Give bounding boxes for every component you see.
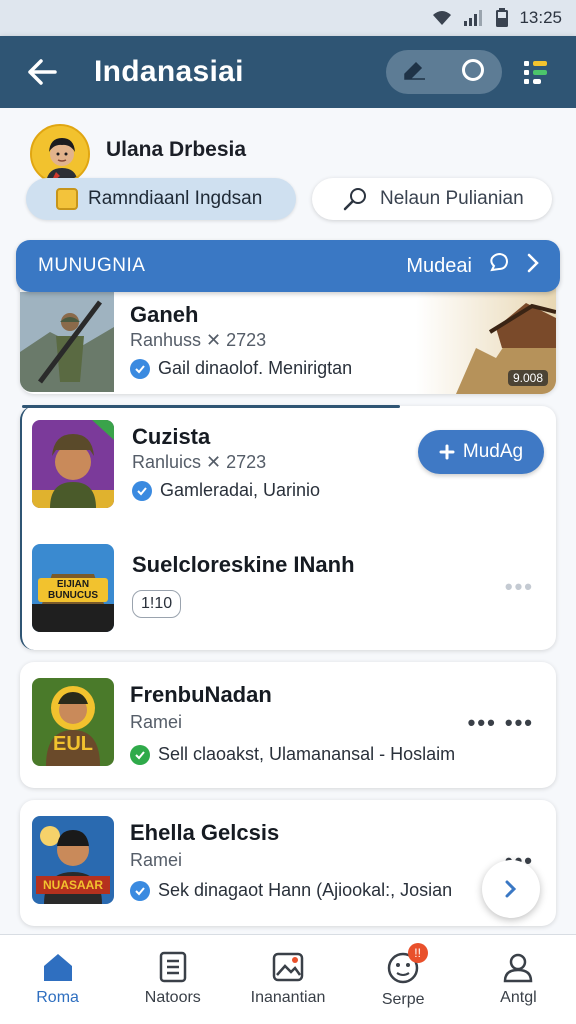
wifi-icon [431, 9, 453, 27]
notification-badge: !! [407, 943, 428, 963]
nav-label: Antgl [500, 989, 537, 1006]
item-subtitle: Ranhuss ✕ 2723 [130, 330, 267, 350]
nav-label: Natoors [144, 989, 201, 1006]
check-circle-icon [130, 880, 150, 901]
item-status-text: Gail dinaolof. Menirigtan [158, 358, 353, 378]
user-name: Ulana Drbesia [106, 138, 247, 161]
plus-icon [439, 444, 455, 460]
item-title: Ganeh [130, 302, 199, 327]
document-icon [159, 951, 187, 983]
item-banner: 9.008 [416, 288, 556, 394]
app-bar: Indanasiai [0, 36, 576, 108]
search-icon [343, 188, 366, 211]
status-time: 13:25 [519, 8, 562, 27]
check-circle-icon [130, 744, 150, 765]
app-bar-actions [386, 50, 502, 94]
list-item[interactable]: EUL FrenbuNadan Ramei Sell claoakst, Ula… [20, 662, 556, 788]
chevron-right-icon[interactable] [526, 253, 540, 279]
item-subtitle: Ramei [130, 712, 183, 732]
nav-label: Serpe [381, 991, 425, 1008]
chevron-right-icon [505, 880, 517, 898]
thumbnail-text: NUASAAR [43, 878, 103, 892]
add-button[interactable]: MudAg [418, 430, 544, 474]
edit-icon[interactable] [402, 59, 428, 86]
check-circle-icon [132, 480, 152, 501]
item-subtitle: Ranluics ✕ 2723 [132, 452, 267, 472]
thumbnail-text: EUL [53, 733, 93, 755]
item-thumbnail: NUASAAR [32, 816, 114, 904]
add-button-label: MudAg [462, 441, 524, 462]
item-status: Sell claoakst, Ulamanansal - Hoslaim [130, 744, 455, 765]
item-tag: 1!10 [132, 590, 182, 618]
bottom-nav: Roma Natoors Inanantian !! Serpe Antgl [0, 934, 576, 1024]
menu-button[interactable] [520, 56, 554, 90]
item-title: Ehella Gelcsis [130, 820, 280, 845]
list-item[interactable]: Ganeh Ranhuss ✕ 2723 Gail dinaolof. Meni… [20, 288, 556, 394]
person-icon [504, 953, 533, 983]
coin-icon [56, 188, 78, 210]
nav-label: Roma [36, 989, 79, 1006]
section-title: MUNUGNIA [38, 255, 146, 276]
primary-chip[interactable]: Ramndiaanl Ingdsan [26, 178, 296, 220]
item-status-text: Sell claoakst, Ulamanansal - Hoslaim [158, 744, 456, 764]
signal-icon [463, 9, 485, 27]
list-item[interactable]: NUASAAR Ehella Gelcsis Ramei Sek dinagao… [20, 800, 556, 926]
item-title: Suelcloreskine INanh [132, 552, 355, 577]
home-icon [43, 954, 72, 981]
more-options-button[interactable]: ••• ••• [468, 710, 534, 736]
nav-item-profile[interactable]: Antgl [461, 935, 576, 1024]
back-button[interactable] [22, 52, 62, 92]
arrow-left-icon [28, 59, 57, 85]
item-thumbnail [32, 420, 114, 508]
item-thumbnail: EIJIAN BUNUCUS [32, 544, 114, 632]
more-options-button[interactable]: ••• [505, 574, 534, 600]
nav-item-gallery[interactable]: Inanantian [230, 935, 345, 1024]
chat-icon[interactable] [488, 252, 510, 280]
item-status-text: Sek dinagaot Hann (Ajiookal:, Josian [158, 880, 453, 900]
secondary-chip[interactable]: Nelaun Pulianian [312, 178, 552, 220]
item-status: Gamleradai, Uarinio [132, 480, 320, 501]
list-menu-icon [524, 61, 547, 84]
avatar[interactable] [30, 124, 90, 184]
item-title: FrenbuNadan [130, 682, 272, 707]
item-status: Sek dinagaot Hann (Ajiookal:, Josian [130, 880, 452, 901]
secondary-chip-label: Nelaun Pulianian [380, 188, 524, 209]
battery-icon [495, 8, 509, 28]
nav-item-home[interactable]: Roma [0, 935, 115, 1024]
circle-icon[interactable] [460, 57, 486, 88]
nav-item-documents[interactable]: Natoors [115, 935, 230, 1024]
item-status: Gail dinaolof. Menirigtan [130, 358, 352, 379]
item-badge: 9.008 [507, 370, 548, 386]
status-bar: 13:25 [0, 0, 576, 36]
section-action[interactable]: Mudeai [406, 255, 472, 278]
list-item-group: Cuzista Ranluics ✕ 2723 Gamleradai, Uari… [20, 405, 556, 650]
page-title: Indanasiai [94, 55, 244, 88]
check-circle-icon [130, 358, 150, 379]
item-subtitle: Ramei [130, 850, 183, 870]
section-header: MUNUGNIA Mudeai [16, 240, 560, 292]
floating-action-button[interactable] [482, 860, 540, 918]
group-progress [22, 405, 400, 408]
item-title: Cuzista [132, 424, 211, 449]
nav-item-social[interactable]: !! Serpe [346, 935, 461, 1024]
item-thumbnail [20, 292, 114, 392]
nav-label: Inanantian [250, 989, 326, 1006]
item-status-text: Gamleradai, Uarinio [160, 480, 321, 500]
primary-chip-label: Ramndiaanl Ingdsan [88, 188, 263, 209]
item-thumbnail: EUL [32, 678, 114, 766]
image-icon [272, 952, 304, 982]
thumbnail-text: EIJIAN BUNUCUS [48, 579, 98, 601]
